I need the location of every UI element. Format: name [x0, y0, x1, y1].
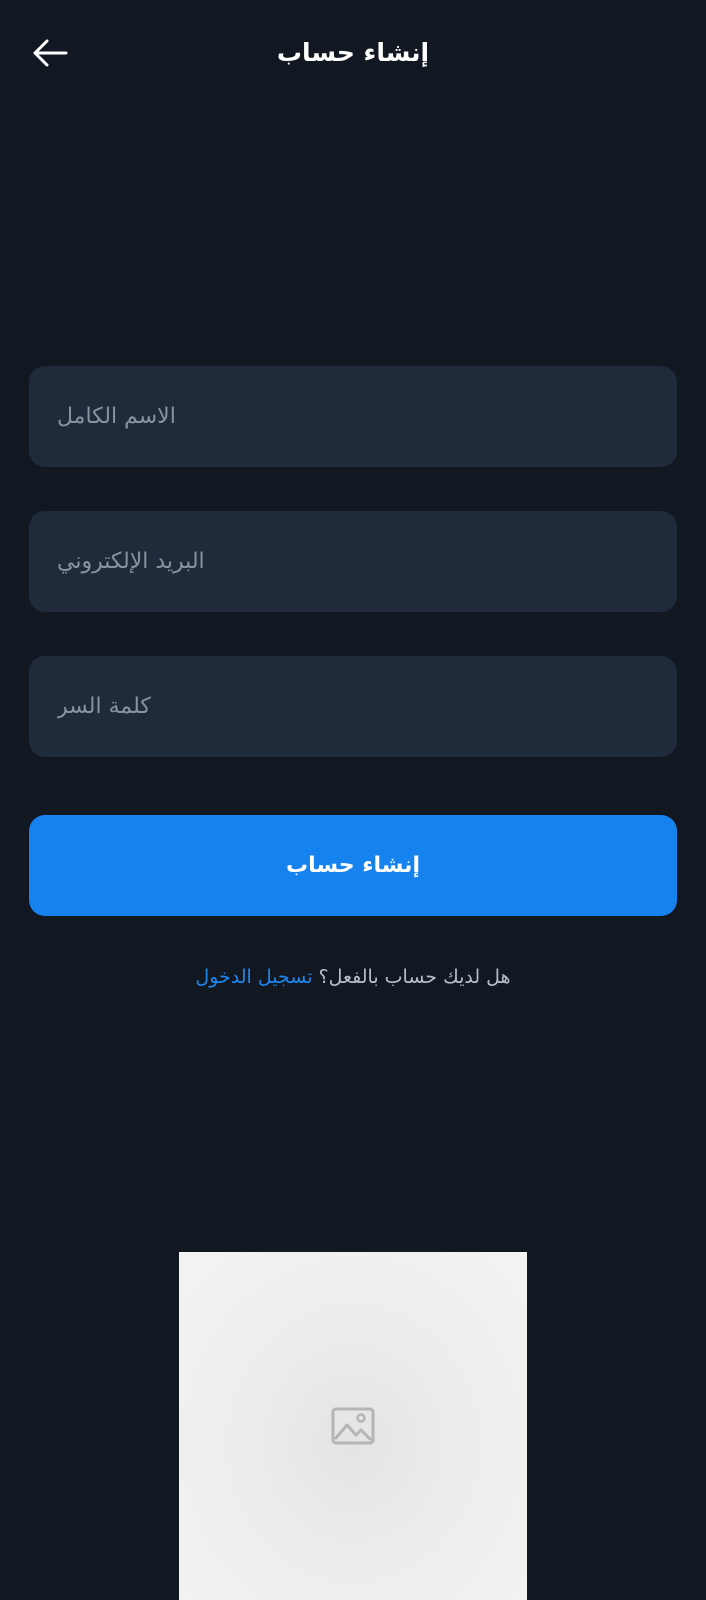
signup-form	[29, 366, 677, 801]
image-placeholder	[179, 1252, 527, 1600]
full-name-field-container	[29, 366, 677, 467]
signin-question-text: هل لديك حساب بالفعل؟	[318, 966, 511, 988]
email-input[interactable]	[29, 511, 677, 612]
password-input[interactable]	[29, 656, 677, 757]
email-field-container	[29, 511, 677, 612]
create-account-button[interactable]: إنشاء حساب	[29, 815, 677, 916]
signin-prompt: هل لديك حساب بالفعل؟ تسجيل الدخول	[0, 962, 706, 992]
app-header: إنشاء حساب	[0, 0, 706, 106]
full-name-input[interactable]	[29, 366, 677, 467]
create-account-button-label: إنشاء حساب	[286, 853, 420, 878]
password-field-container	[29, 656, 677, 757]
signin-link[interactable]: تسجيل الدخول	[195, 966, 312, 988]
page-title: إنشاء حساب	[276, 38, 430, 67]
image-placeholder-icon	[331, 1407, 375, 1445]
